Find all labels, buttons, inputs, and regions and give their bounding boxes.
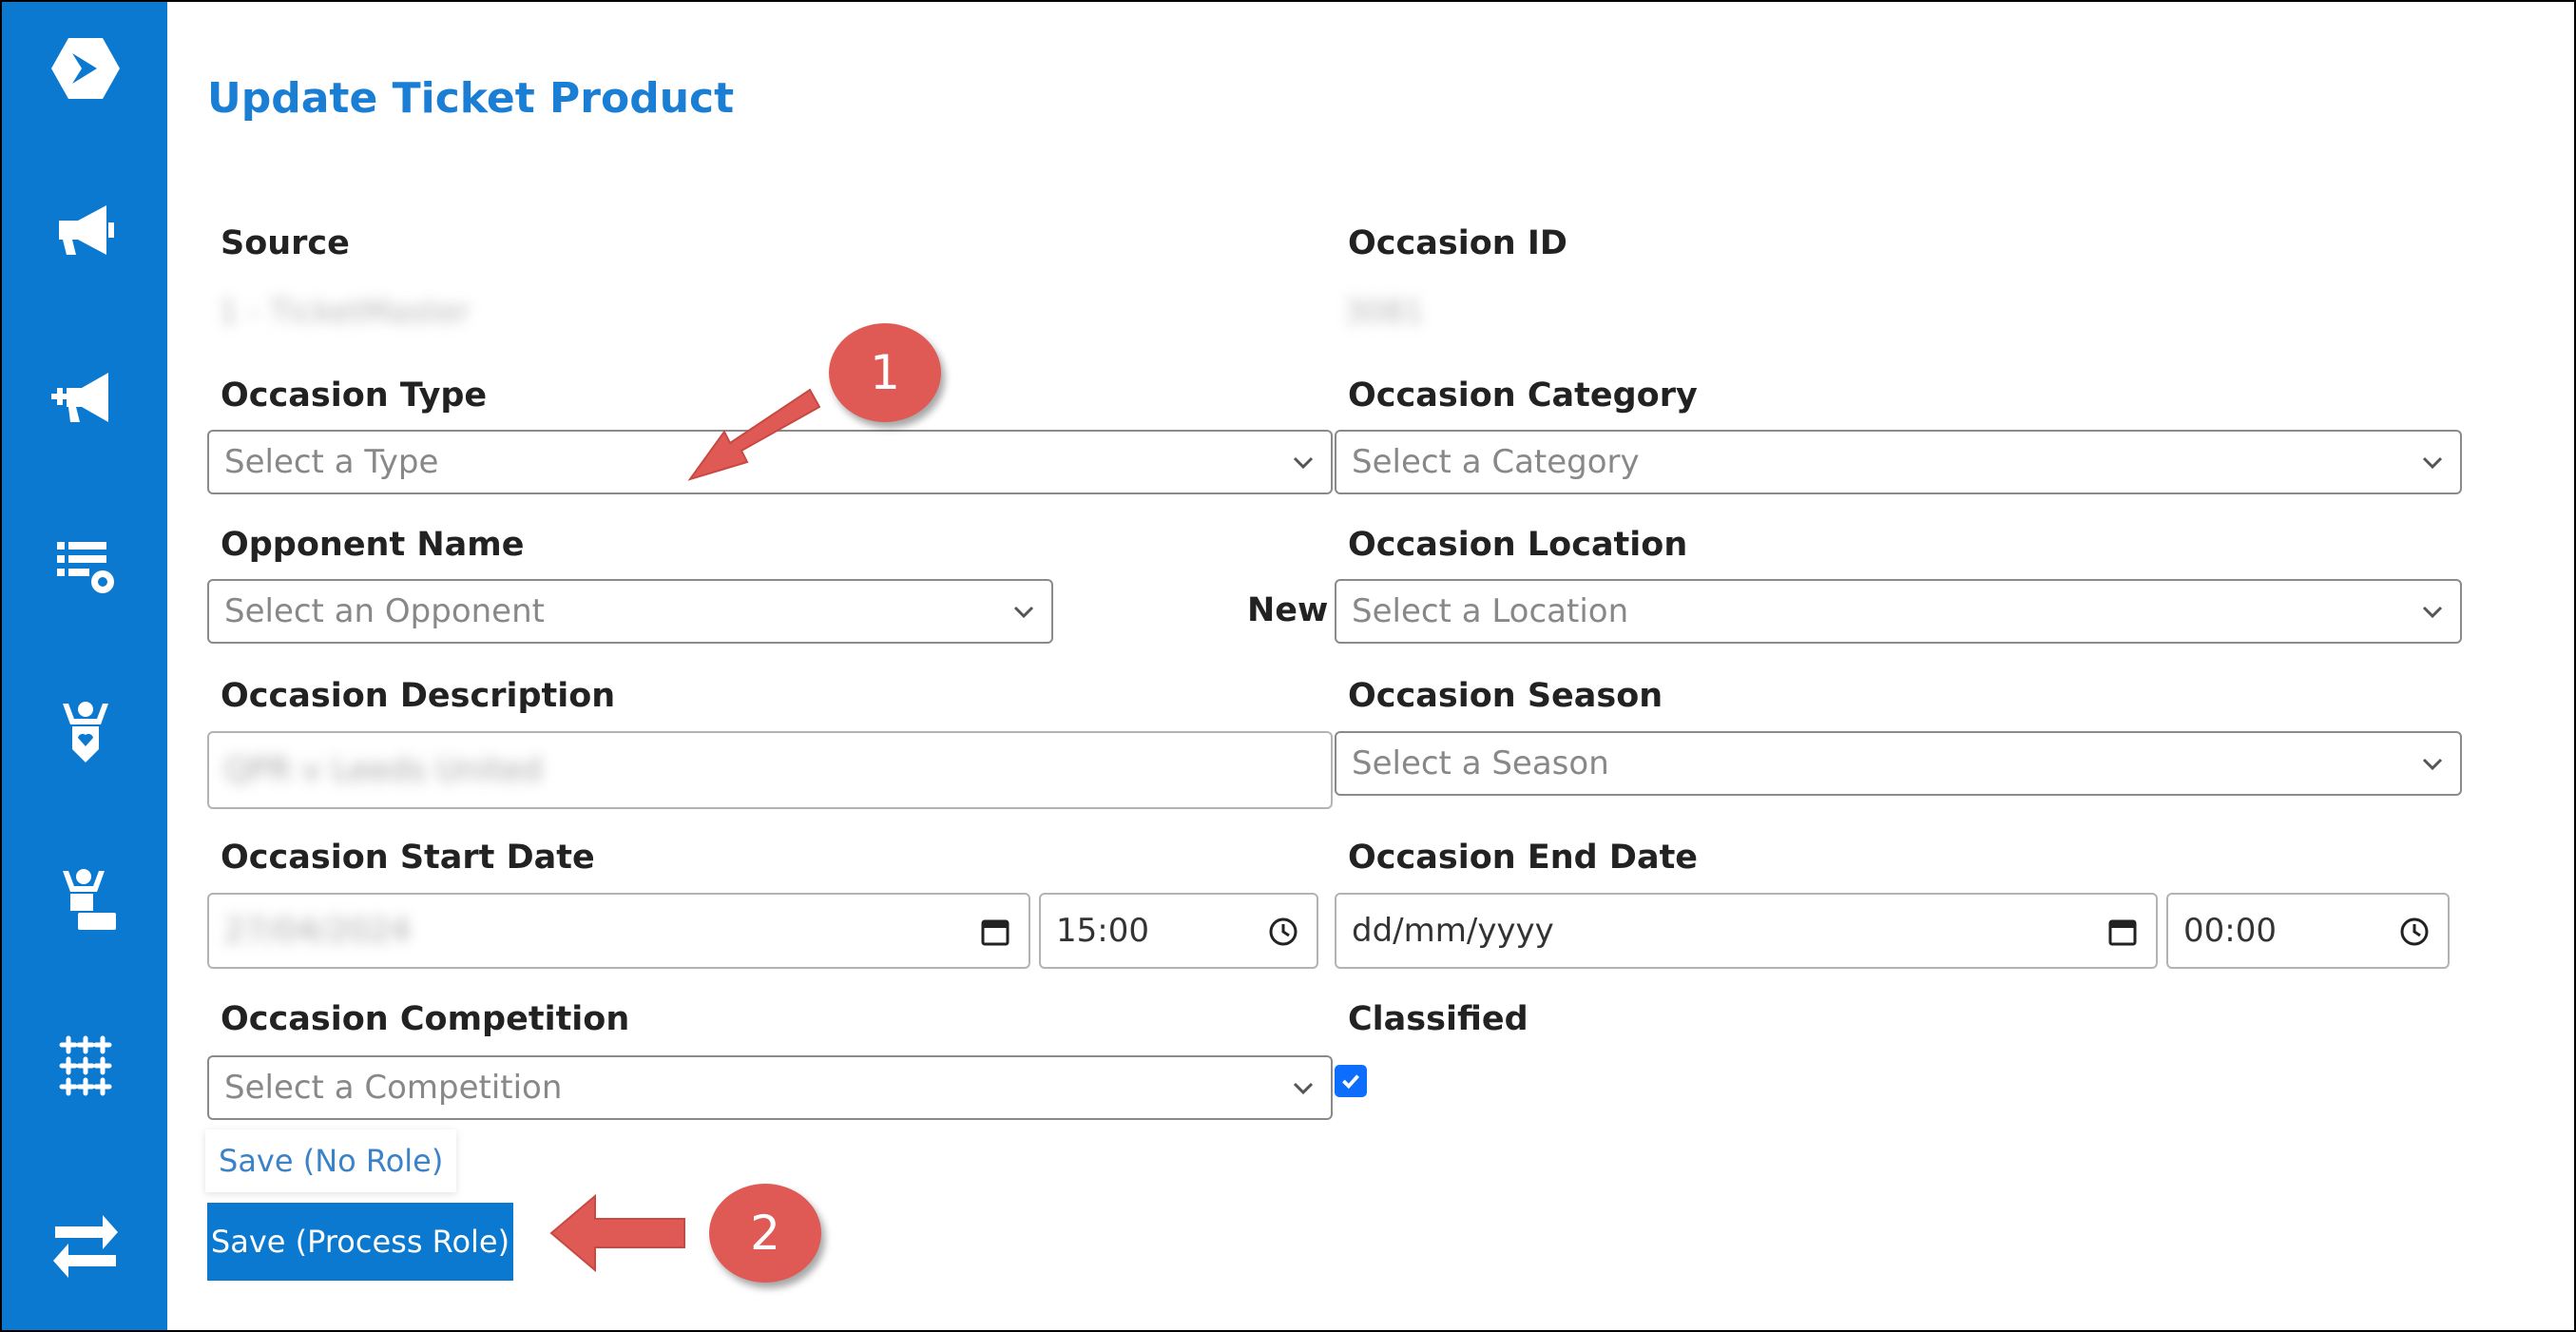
opponent-name-select[interactable]: Select an Opponent (207, 579, 1053, 644)
chevron-down-icon (2422, 758, 2443, 771)
chevron-down-icon (1293, 1082, 1314, 1095)
occasion-location-select[interactable]: Select a Location (1335, 579, 2462, 644)
occasion-competition-placeholder: Select a Competition (224, 1069, 563, 1107)
occasion-season-label: Occasion Season (1348, 677, 1663, 715)
opponent-name-label: Opponent Name (221, 526, 525, 564)
sidebar (2, 2, 167, 1330)
classified-label: Classified (1348, 1000, 1528, 1038)
page-title: Update Ticket Product (207, 74, 735, 123)
checkmark-icon (1342, 1074, 1359, 1090)
occasion-id-label: Occasion ID (1348, 224, 1567, 262)
chevron-down-icon (1013, 606, 1034, 619)
occasion-type-placeholder: Select a Type (224, 443, 439, 481)
sparkle-grid-icon[interactable] (42, 1023, 129, 1110)
calendar-icon[interactable] (2106, 916, 2139, 948)
clock-icon[interactable] (1267, 916, 1299, 948)
person-heart-icon[interactable] (42, 688, 129, 776)
callout-badge-2: 2 (709, 1184, 821, 1283)
occasion-description-label: Occasion Description (221, 677, 616, 715)
end-date-label: Occasion End Date (1348, 839, 1699, 877)
callout-arrow-2 (549, 1194, 685, 1273)
occasion-location-placeholder: Select a Location (1352, 592, 1629, 630)
start-date-label: Occasion Start Date (221, 839, 595, 877)
start-time-value: 15:00 (1056, 912, 1149, 950)
occasion-competition-label: Occasion Competition (221, 1000, 630, 1038)
clock-icon[interactable] (2398, 916, 2431, 948)
person-desk-icon[interactable] (42, 856, 129, 943)
occasion-competition-select[interactable]: Select a Competition (207, 1055, 1333, 1120)
calendar-icon[interactable] (979, 916, 1011, 948)
source-value: 1 - TicketMaster (219, 293, 471, 330)
end-date-input[interactable]: dd/mm/yyyy (1335, 893, 2158, 969)
save-no-role-button[interactable]: Save (No Role) (205, 1129, 457, 1192)
start-date-input[interactable]: 27/04/2024 (207, 893, 1030, 969)
occasion-id-value: 3081 (1344, 293, 1424, 330)
megaphone-plus-icon[interactable] (42, 354, 129, 441)
swap-arrows-icon[interactable] (42, 1202, 129, 1289)
save-process-role-button[interactable]: Save (Process Role) (207, 1203, 513, 1281)
occasion-category-select[interactable]: Select a Category (1335, 430, 2462, 494)
chevron-down-icon (1293, 456, 1314, 470)
megaphone-icon[interactable] (42, 186, 129, 274)
new-opponent-link[interactable]: New (1247, 591, 1328, 629)
occasion-category-placeholder: Select a Category (1352, 443, 1640, 481)
chevron-down-icon (2422, 456, 2443, 470)
callout-badge-1: 1 (829, 323, 941, 422)
start-time-input[interactable]: 15:00 (1039, 893, 1318, 969)
chevron-down-icon (2422, 606, 2443, 619)
occasion-description-input[interactable]: QPR v Leeds United (207, 731, 1333, 809)
occasion-category-label: Occasion Category (1348, 376, 1698, 415)
classified-checkbox[interactable] (1335, 1065, 1367, 1097)
end-time-value: 00:00 (2183, 912, 2277, 950)
occasion-location-label: Occasion Location (1348, 526, 1688, 564)
logo-icon[interactable] (42, 25, 129, 112)
start-date-value: 27/04/2024 (224, 912, 411, 950)
occasion-description-value: QPR v Leeds United (224, 751, 543, 789)
callout-arrow-1 (687, 388, 821, 481)
end-time-input[interactable]: 00:00 (2166, 893, 2450, 969)
end-date-value: dd/mm/yyyy (1352, 912, 1554, 950)
list-settings-icon[interactable] (42, 521, 129, 608)
occasion-season-select[interactable]: Select a Season (1335, 731, 2462, 796)
opponent-name-placeholder: Select an Opponent (224, 592, 545, 630)
occasion-type-label: Occasion Type (221, 376, 488, 415)
source-label: Source (221, 224, 350, 262)
occasion-season-placeholder: Select a Season (1352, 744, 1609, 782)
